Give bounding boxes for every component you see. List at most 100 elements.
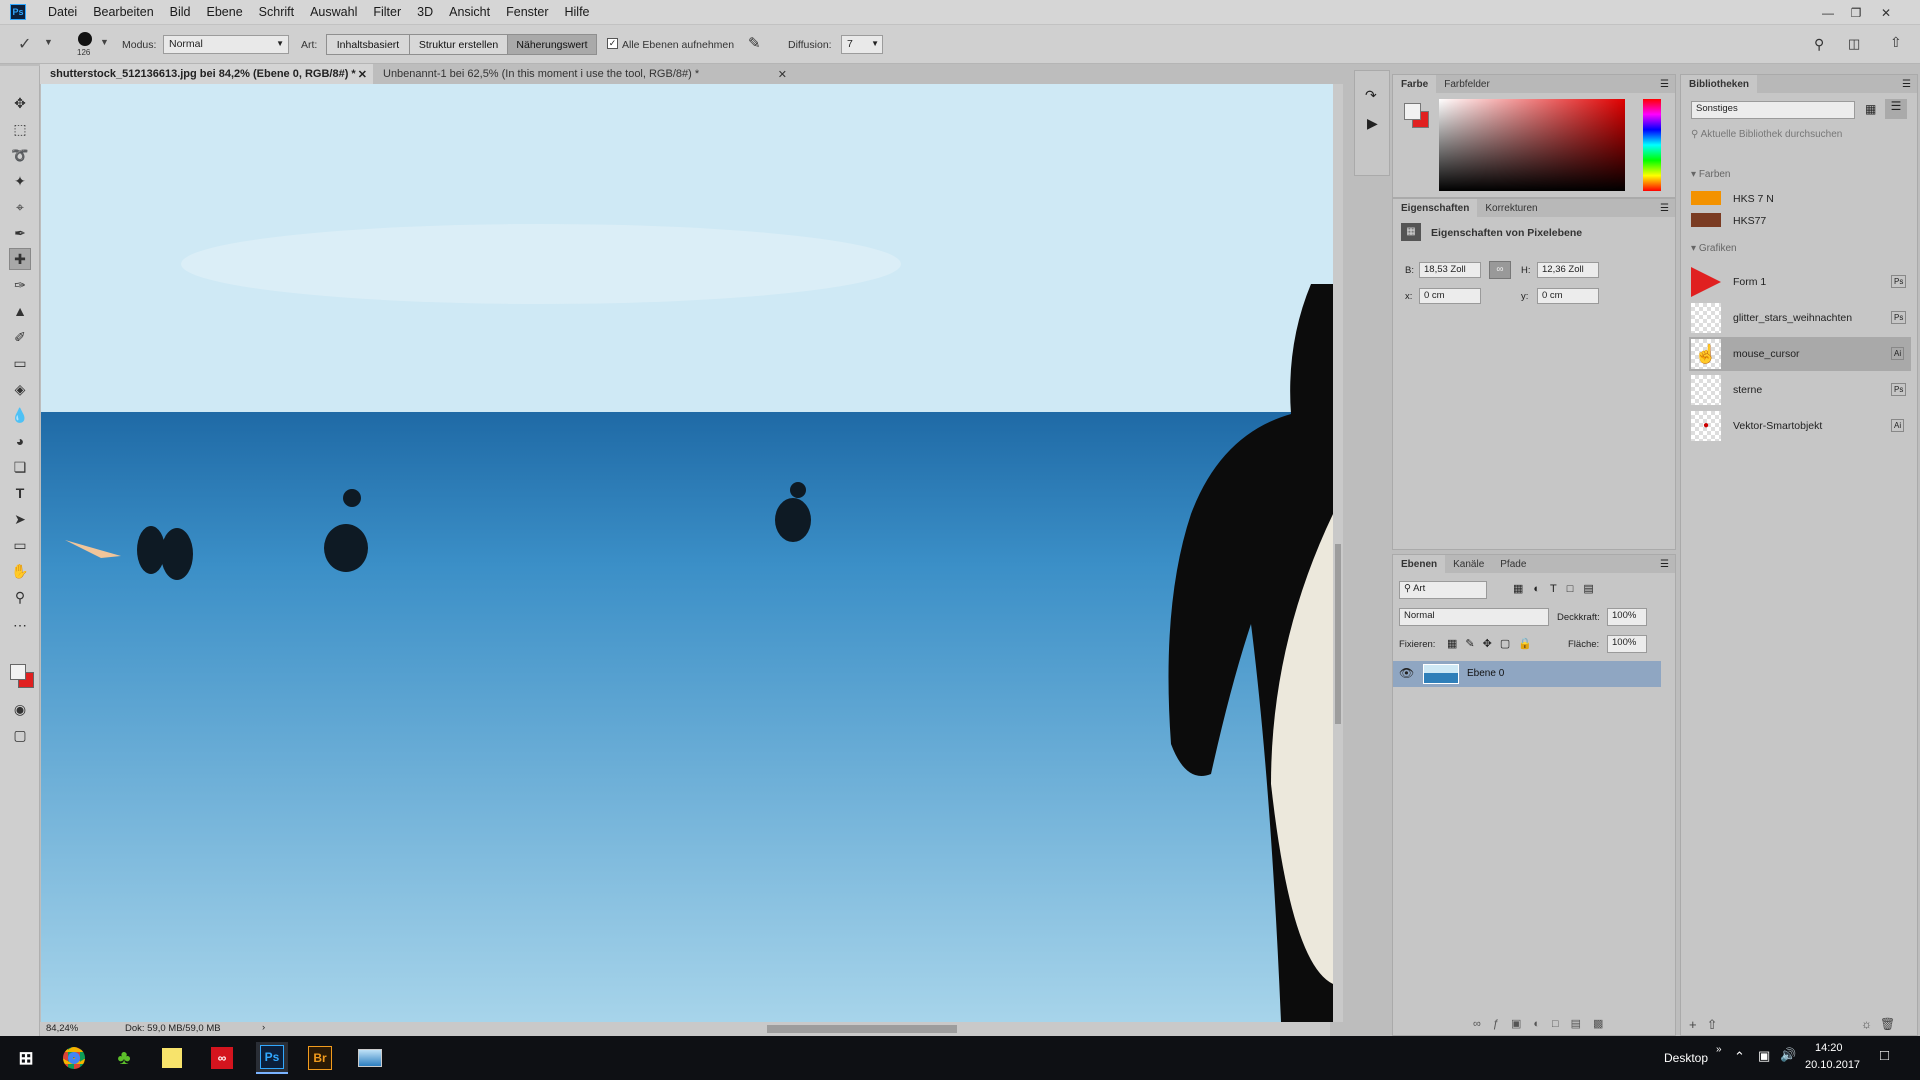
tab-farbfelder[interactable]: Farbfelder	[1436, 79, 1498, 90]
all-layers-checkbox[interactable]: ✓	[607, 38, 618, 49]
rectangle-tool-icon[interactable]: ▭	[9, 534, 31, 556]
tab-kanaele[interactable]: Kanäle	[1445, 559, 1492, 570]
foreground-color-swatch[interactable]	[1404, 103, 1421, 120]
document-canvas[interactable]	[41, 84, 1333, 1022]
library-select[interactable]: Sonstiges	[1691, 101, 1855, 119]
proximity-match-button[interactable]: Näherungswert	[507, 34, 597, 55]
actions-play-icon[interactable]: ▶	[1367, 115, 1378, 132]
tab-unbenannt[interactable]: Unbenannt-1 bei 62,5% (In this moment i …	[373, 64, 793, 84]
chevron-down-icon[interactable]: ▼	[100, 37, 109, 47]
tab-eigenschaften[interactable]: Eigenschaften	[1393, 199, 1478, 217]
layer-actions[interactable]: ∞ƒ▣◐□▤▩	[1473, 1017, 1615, 1030]
graphic-item[interactable]: sterne Ps	[1689, 373, 1911, 407]
close-icon[interactable]: ✕	[778, 68, 787, 81]
tab-shutterstock[interactable]: shutterstock_512136613.jpg bei 84,2% (Eb…	[40, 64, 373, 84]
clover-app-icon[interactable]: ♣	[108, 1042, 140, 1074]
chevron-double-right-icon[interactable]: »	[1716, 1044, 1722, 1055]
graphic-item[interactable]: ● Vektor-Smartobjekt Ai	[1689, 409, 1911, 443]
layer-filter-icons[interactable]: ▦◐T□▤	[1513, 582, 1604, 595]
menu-3d[interactable]: 3D	[409, 5, 441, 19]
menu-datei[interactable]: Datei	[40, 5, 85, 19]
graphics-section-header[interactable]: ▾ Grafiken	[1691, 243, 1737, 254]
foreground-color-swatch[interactable]	[10, 664, 26, 680]
zoom-tool-icon[interactable]: ⚲	[9, 586, 31, 608]
vertical-scrollbar[interactable]	[1333, 84, 1343, 1022]
eyedropper-tool-icon[interactable]: ✒	[9, 222, 31, 244]
desktop-toolbar-label[interactable]: Desktop	[1664, 1051, 1708, 1065]
width-input[interactable]: 18,53 Zoll	[1419, 262, 1481, 278]
paint-bucket-tool-icon[interactable]: ◈	[9, 378, 31, 400]
panel-menu-icon[interactable]: ☰	[1660, 203, 1675, 214]
bridge-taskbar-icon[interactable]: Br	[304, 1042, 336, 1074]
creative-cloud-icon[interactable]: ∞	[206, 1042, 238, 1074]
blend-mode-select[interactable]: Normal	[1399, 608, 1549, 626]
marquee-tool-icon[interactable]: ⬚	[9, 118, 31, 140]
panel-menu-icon[interactable]: ☰	[1902, 79, 1917, 90]
color-field[interactable]	[1439, 99, 1625, 191]
more-tools-icon[interactable]: ⋯	[9, 614, 31, 636]
color-swatch-hks77[interactable]	[1691, 213, 1721, 227]
layer-row[interactable]: 👁 Ebene 0	[1393, 661, 1661, 687]
chrome-icon[interactable]	[58, 1042, 90, 1074]
horizontal-scrollbar[interactable]	[290, 1022, 1330, 1036]
graphic-item[interactable]: glitter_stars_weihnachten Ps	[1689, 301, 1911, 335]
menu-hilfe[interactable]: Hilfe	[557, 5, 598, 19]
color-name[interactable]: HKS 7 N	[1733, 193, 1774, 205]
menu-fenster[interactable]: Fenster	[498, 5, 556, 19]
network-icon[interactable]: ▣	[1758, 1048, 1770, 1064]
clone-stamp-tool-icon[interactable]: ▲	[9, 300, 31, 322]
crop-tool-icon[interactable]: ⌖	[9, 196, 31, 218]
grid-view-icon[interactable]: ▦	[1865, 102, 1876, 116]
volume-icon[interactable]: 🔊	[1780, 1047, 1796, 1063]
blur-tool-icon[interactable]: 💧	[9, 404, 31, 426]
eraser-tool-icon[interactable]: ▭	[9, 352, 31, 374]
hue-slider[interactable]	[1643, 99, 1661, 191]
y-input[interactable]: 0 cm	[1537, 288, 1599, 304]
menu-ebene[interactable]: Ebene	[199, 5, 251, 19]
menu-bild[interactable]: Bild	[162, 5, 199, 19]
path-selection-tool-icon[interactable]: ➤	[9, 508, 31, 530]
tray-chevron-up-icon[interactable]: ⌃	[1734, 1049, 1745, 1065]
pen-tool-icon[interactable]: ❏	[9, 456, 31, 478]
eye-icon[interactable]: 👁	[1399, 666, 1414, 680]
create-texture-button[interactable]: Struktur erstellen	[409, 34, 508, 55]
pressure-size-icon[interactable]: ✎	[748, 34, 768, 54]
height-input[interactable]: 12,36 Zoll	[1537, 262, 1599, 278]
color-swatch-hks7n[interactable]	[1691, 191, 1721, 205]
close-icon[interactable]: ✕	[358, 68, 367, 81]
panel-menu-icon[interactable]: ☰	[1660, 559, 1675, 570]
minimize-button[interactable]: —	[1814, 0, 1842, 25]
healing-brush-tool-icon[interactable]: ✚	[9, 248, 31, 270]
library-add-icons[interactable]: +⇧	[1689, 1017, 1727, 1033]
menu-ansicht[interactable]: Ansicht	[441, 5, 498, 19]
layer-filter-select[interactable]: ⚲ Art	[1399, 581, 1487, 599]
tab-farbe[interactable]: Farbe	[1393, 75, 1437, 93]
lasso-tool-icon[interactable]: ➰	[9, 144, 31, 166]
panel-menu-icon[interactable]: ☰	[1660, 79, 1675, 90]
menu-bearbeiten[interactable]: Bearbeiten	[85, 5, 161, 19]
menu-filter[interactable]: Filter	[365, 5, 409, 19]
share-icon[interactable]: ⇧	[1890, 34, 1902, 51]
type-tool-icon[interactable]: T	[9, 482, 31, 504]
move-tool-icon[interactable]: ✥	[9, 92, 31, 114]
tab-ebenen[interactable]: Ebenen	[1393, 555, 1446, 573]
graphic-item[interactable]: ☝ mouse_cursor Ai	[1689, 337, 1911, 371]
graphic-item[interactable]: Form 1 Ps	[1689, 265, 1911, 299]
library-search[interactable]: ⚲ Aktuelle Bibliothek durchsuchen	[1691, 129, 1909, 147]
zoom-level[interactable]: 84,24%	[46, 1023, 78, 1034]
diffusion-input[interactable]: 7 ▼	[841, 35, 883, 54]
screen-mode-icon[interactable]: ▢	[9, 724, 31, 746]
search-icon[interactable]: ⚲	[1814, 36, 1824, 53]
sticky-notes-icon[interactable]	[156, 1042, 188, 1074]
scrollbar-thumb[interactable]	[1335, 544, 1341, 724]
content-aware-button[interactable]: Inhaltsbasiert	[326, 34, 410, 55]
colors-section-header[interactable]: ▾ Farben	[1691, 169, 1731, 180]
menu-auswahl[interactable]: Auswahl	[302, 5, 365, 19]
tab-korrekturen[interactable]: Korrekturen	[1477, 203, 1545, 214]
dodge-tool-icon[interactable]: ◕	[9, 430, 31, 452]
modus-select[interactable]: Normal ▼	[163, 35, 289, 54]
layer-name[interactable]: Ebene 0	[1467, 668, 1504, 679]
list-view-icon[interactable]: ☰	[1885, 99, 1907, 119]
chevron-right-icon[interactable]: ›	[262, 1022, 265, 1033]
quick-mask-icon[interactable]: ◉	[9, 698, 31, 720]
